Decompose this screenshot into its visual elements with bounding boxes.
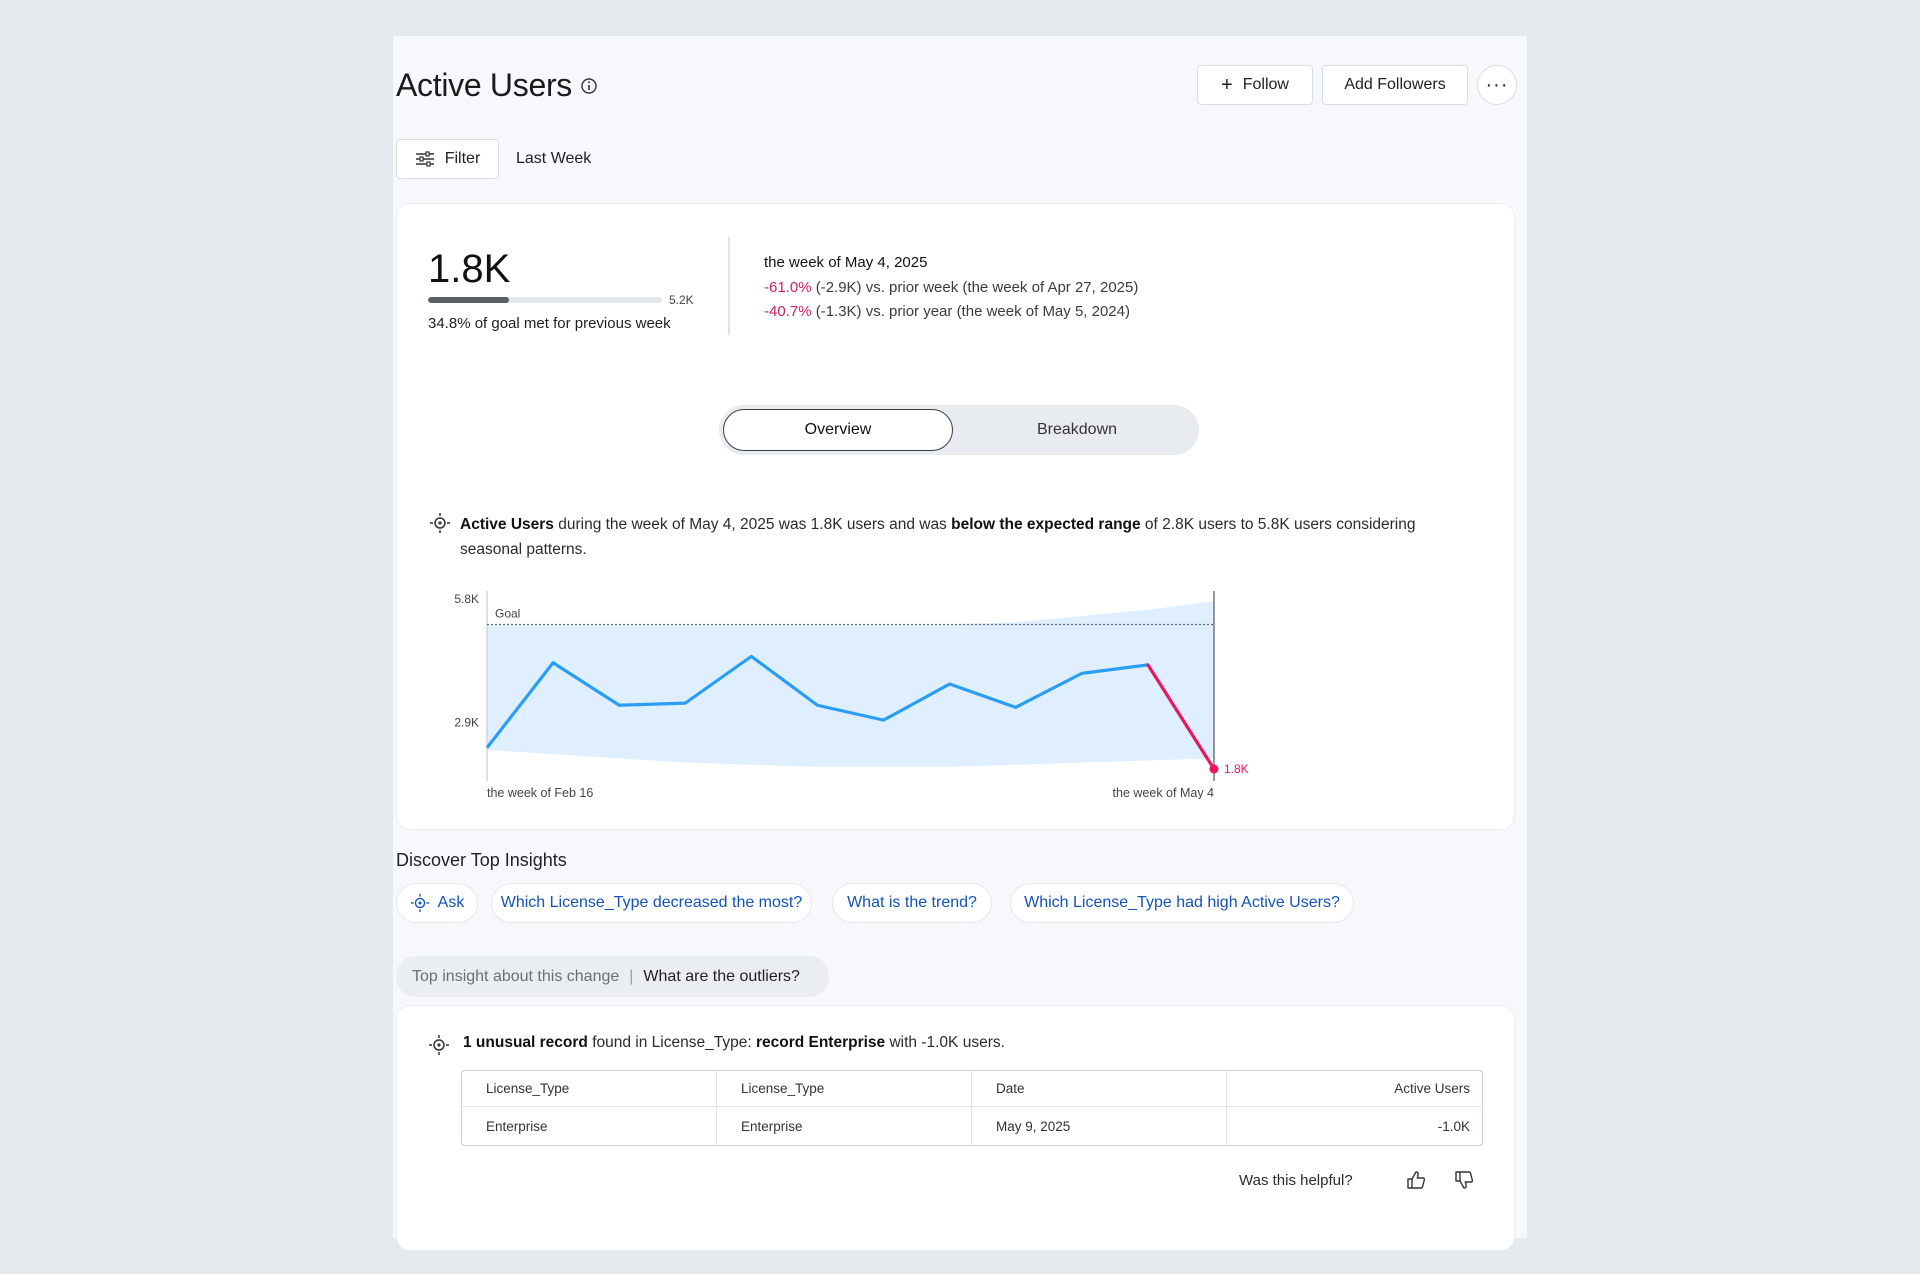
plus-icon: +: [1221, 74, 1233, 96]
goal-max-label: 5.2K: [669, 293, 694, 307]
ask-icon: [410, 893, 429, 913]
metric-panel: Active Users + Follow Add Followers ··· …: [393, 36, 1527, 1251]
question-chip-trend[interactable]: What is the trend?: [832, 883, 992, 923]
table-cell: Enterprise: [717, 1107, 972, 1145]
filter-button[interactable]: Filter: [396, 139, 499, 179]
kpi-value: 1.8K: [428, 247, 511, 291]
top-insight-bar: Top insight about this change | What are…: [396, 956, 829, 997]
outlier-summary: 1 unusual record found in License_Type: …: [463, 1034, 1005, 1052]
top-insight-label: Top insight about this change: [412, 967, 620, 985]
ask-label: Ask: [437, 894, 465, 911]
last-point: [1209, 764, 1219, 774]
week-title: the week of May 4, 2025: [764, 254, 928, 271]
filter-label: Filter: [444, 150, 481, 167]
prior-week-comparison: -61.0% (-2.9K) vs. prior week (the week …: [764, 279, 1138, 296]
helpful-label: Was this helpful?: [1239, 1172, 1353, 1189]
filter-value: Last Week: [516, 150, 592, 167]
outlier-tail: with -1.0K users.: [885, 1034, 1005, 1051]
tab-breakdown[interactable]: Breakdown: [959, 409, 1195, 451]
active-users-line-chart: Goal 5.8K 2.9K 1.8K the week of Feb 16 the we…: [454, 591, 1249, 799]
table-header-cell: Active Users: [1227, 1071, 1482, 1107]
overview-card: Overview Breakdown Active Users during t…: [396, 369, 1515, 830]
x-start-label: the week of Feb 16: [487, 786, 593, 799]
prior-year-text: (-1.3K) vs. prior year (the week of May …: [811, 303, 1130, 320]
view-toggle: Overview Breakdown: [719, 405, 1199, 455]
insight-icon: [430, 513, 450, 533]
prior-week-text: (-2.9K) vs. prior week (the week of Apr …: [811, 279, 1139, 296]
top-insight-separator: |: [629, 967, 634, 985]
info-icon[interactable]: [580, 77, 598, 95]
question-chip-high[interactable]: Which License_Type had high Active Users…: [1010, 883, 1354, 923]
goal-text: 34.8% of goal met for previous week: [428, 315, 671, 332]
follow-button[interactable]: + Follow: [1197, 65, 1313, 105]
filter-sliders-icon: [415, 151, 434, 167]
expected-range-band: [487, 601, 1214, 767]
more-options-button[interactable]: ···: [1477, 65, 1517, 105]
follow-label: Follow: [1242, 76, 1289, 93]
goal-label: Goal: [495, 607, 520, 621]
table-cell: Enterprise: [462, 1107, 717, 1145]
tab-overview[interactable]: Overview: [723, 409, 953, 451]
x-end-label: the week of May 4: [1113, 786, 1214, 799]
outlier-table: License_Type License_Type Date Active Us…: [461, 1070, 1483, 1146]
question-chip-decreased[interactable]: Which License_Type decreased the most?: [491, 883, 812, 923]
table-header-cell: License_Type: [717, 1071, 972, 1107]
y-tick-label: 2.9K: [454, 715, 479, 729]
last-value-label: 1.8K: [1224, 762, 1249, 776]
table-cell: -1.0K: [1437, 1118, 1470, 1134]
discover-title: Discover Top Insights: [396, 850, 567, 870]
thumbs-up-icon[interactable]: [1405, 1169, 1427, 1191]
kpi-card: 1.8K 5.2K 34.8% of goal met for previous…: [396, 203, 1515, 370]
y-tick-label: 5.8K: [454, 592, 479, 606]
goal-progress-bar: [428, 297, 662, 303]
ellipsis-icon: ···: [1485, 73, 1509, 96]
outlier-mid: found in License_Type:: [587, 1034, 756, 1051]
divider: [728, 237, 730, 335]
table-header-cell: License_Type: [462, 1071, 717, 1107]
add-followers-button[interactable]: Add Followers: [1322, 65, 1468, 105]
prior-year-pct: -40.7%: [764, 303, 812, 320]
insight-text-a: during the week of May 4, 2025 was 1.8K …: [553, 516, 952, 533]
ask-chip[interactable]: Ask: [396, 883, 478, 923]
table-cell: May 9, 2025: [972, 1107, 1227, 1145]
insight-summary: Active Users during the week of May 4, 2…: [460, 512, 1460, 562]
top-insight-question[interactable]: What are the outliers?: [643, 968, 800, 986]
page-title: Active Users: [396, 67, 572, 103]
table-header-cell: Date: [972, 1071, 1227, 1107]
prior-year-comparison: -40.7% (-1.3K) vs. prior year (the week …: [764, 303, 1130, 320]
outlier-record: record Enterprise: [755, 1034, 886, 1051]
prior-week-pct: -61.0%: [764, 279, 812, 296]
outlier-card: 1 unusual record found in License_Type: …: [396, 1005, 1515, 1251]
insight-metric: Active Users: [460, 516, 554, 533]
goal-progress-fill: [428, 297, 510, 303]
insight-highlight: below the expected range: [951, 516, 1141, 533]
outlier-count: 1 unusual record: [463, 1034, 588, 1051]
thumbs-down-icon[interactable]: [1453, 1169, 1475, 1191]
insight-icon: [429, 1035, 449, 1055]
